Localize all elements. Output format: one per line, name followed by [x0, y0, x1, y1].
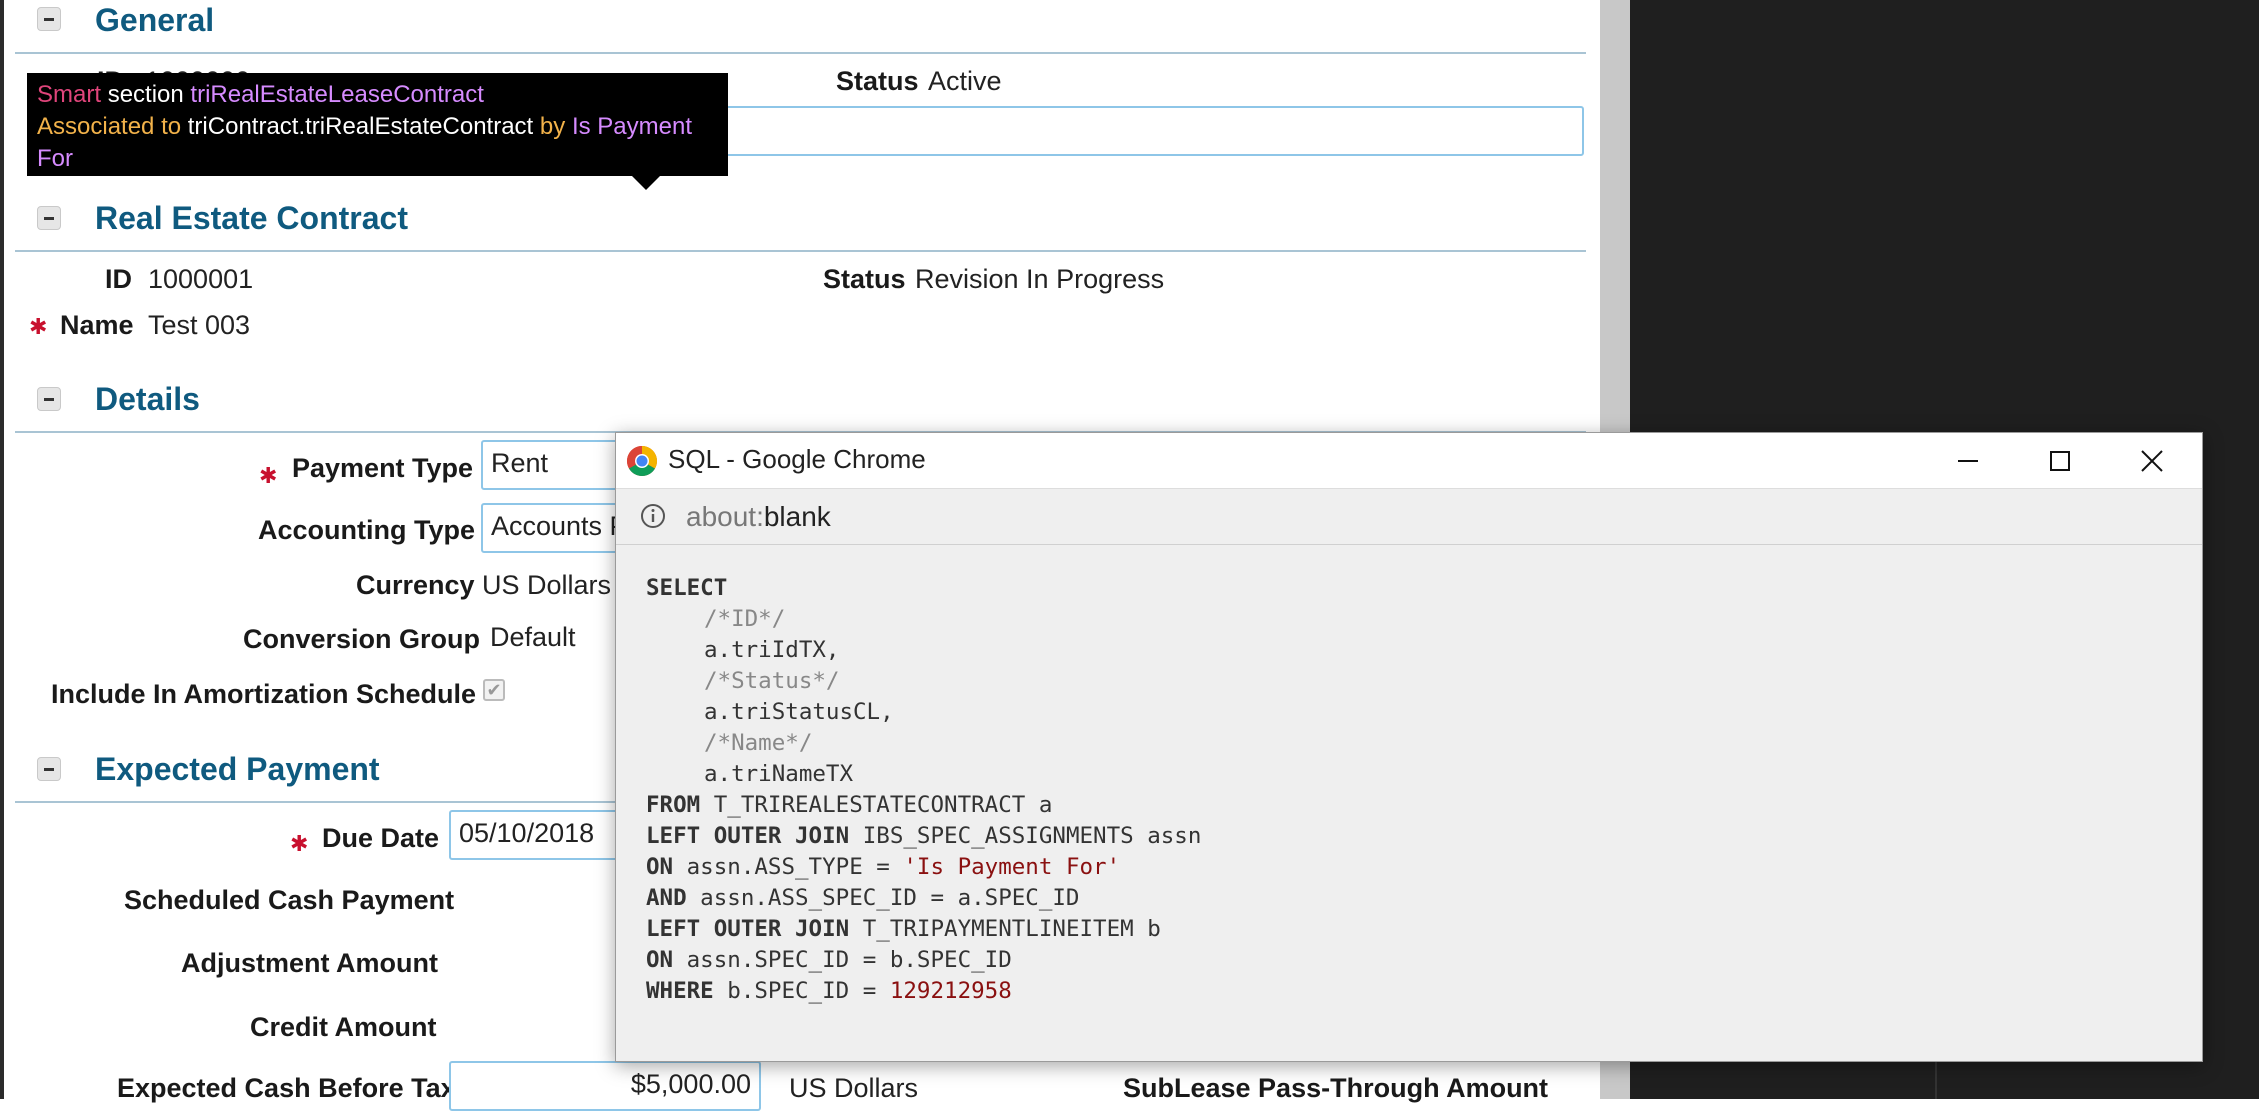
sql-from: FROM — [646, 792, 701, 818]
sql-comment-name: /*Name*/ — [704, 730, 813, 756]
sql-join-1: LEFT OUTER JOIN — [646, 823, 850, 849]
maximize-icon[interactable] — [2034, 441, 2086, 481]
currency-value: US Dollars — [482, 570, 612, 600]
amortization-checkbox[interactable]: ✔ — [483, 679, 505, 701]
smart-section-tooltip: Smart section triRealEstateLeaseContract… — [27, 73, 728, 204]
tooltip-associated-keyword: Associated to — [37, 113, 182, 140]
due-date-required-icon: ✱ — [290, 831, 309, 856]
general-collapse-button[interactable] — [37, 7, 61, 31]
due-date-label: Due Date — [322, 823, 440, 853]
accounting-type-label: Accounting Type — [258, 515, 476, 545]
window-edge — [0, 0, 4, 1099]
sql-and: AND — [646, 885, 687, 911]
popup-address-bar[interactable]: about:blank — [616, 489, 2202, 545]
contract-collapse-button[interactable] — [37, 206, 61, 230]
sql-on-1-expr: assn.ASS_TYPE = — [673, 854, 904, 880]
due-date-input[interactable]: 05/10/2018 — [449, 810, 629, 860]
details-section-title: Details — [95, 381, 200, 417]
adjustment-label: Adjustment Amount — [181, 948, 438, 978]
sql-number-literal: 129212958 — [889, 978, 1012, 1004]
sql-and-expr: assn.ASS_SPEC_ID = a.SPEC_ID — [686, 885, 1080, 911]
popup-titlebar[interactable]: SQL - Google Chrome — [616, 433, 2202, 489]
sql-select: SELECT — [646, 575, 728, 601]
general-input-field[interactable] — [700, 106, 1584, 156]
sql-on-2: ON — [646, 947, 674, 973]
sql-on-1: ON — [646, 854, 674, 880]
sql-where: WHERE — [646, 978, 714, 1004]
info-icon[interactable] — [640, 503, 666, 529]
tooltip-association-target: triContract.triRealEstateContract — [187, 113, 534, 140]
sql-field-id: a.triIdTX, — [704, 637, 840, 663]
tooltip-by-keyword: by — [539, 113, 566, 140]
sql-popup-window: SQL - Google Chrome about:blank SELECT /… — [615, 432, 2203, 1062]
tooltip-line-1: Smart section triRealEstateLeaseContract — [37, 79, 718, 111]
sql-field-name: a.triNameTX — [704, 761, 854, 787]
sql-string-literal: 'Is Payment For' — [903, 854, 1121, 880]
sql-join-2-table: T_TRIPAYMENTLINEITEM b — [849, 916, 1161, 942]
sql-comment-id: /*ID*/ — [704, 606, 786, 632]
url-scheme: about: — [686, 501, 764, 532]
sql-field-status: a.triStatusCL, — [704, 699, 894, 725]
contract-name-value: Test 003 — [148, 310, 251, 340]
contract-id-label: ID — [105, 264, 132, 294]
payment-type-required-icon: ✱ — [259, 463, 278, 488]
tooltip-line-2: Associated to triContract.triRealEstateC… — [37, 111, 718, 175]
conversion-group-value: Default — [490, 622, 576, 652]
scheduled-cash-label: Scheduled Cash Payment — [124, 885, 455, 915]
sql-code-block: SELECT /*ID*/ a.triIdTX, /*Status*/ a.tr… — [646, 573, 1201, 1007]
general-section-title: General — [95, 2, 215, 38]
details-collapse-button[interactable] — [37, 387, 61, 411]
amortization-label: Include In Amortization Schedule — [51, 679, 477, 709]
contract-name-label: Name — [60, 310, 134, 340]
contract-status-value: Revision In Progress — [915, 264, 1165, 294]
general-status-label: Status — [836, 66, 919, 96]
details-section-header: Details — [15, 379, 1586, 433]
credit-label: Credit Amount — [250, 1012, 437, 1042]
sublease-label: SubLease Pass-Through Amount — [1123, 1073, 1549, 1103]
tooltip-section-keyword: section — [107, 81, 184, 108]
general-section-header: General — [15, 0, 1586, 54]
general-status-value: Active — [928, 66, 1002, 96]
before-tax-label: Expected Cash Before Tax — [117, 1073, 456, 1103]
sql-on-2-expr: assn.SPEC_ID = b.SPEC_ID — [673, 947, 1012, 973]
sql-join-2: LEFT OUTER JOIN — [646, 916, 850, 942]
url-path: blank — [763, 501, 831, 532]
popup-url: about:blank — [686, 501, 831, 533]
conversion-group-label: Conversion Group — [243, 624, 481, 654]
before-tax-input[interactable]: $5,000.00 — [449, 1061, 761, 1111]
sql-from-table: T_TRIREALESTATECONTRACT a — [700, 792, 1053, 818]
expected-collapse-button[interactable] — [37, 757, 61, 781]
sql-join-1-table: IBS_SPEC_ASSIGNMENTS assn — [849, 823, 1202, 849]
expected-section-title: Expected Payment — [95, 751, 380, 787]
tooltip-smart-keyword: Smart — [37, 81, 102, 108]
popup-window-title: SQL - Google Chrome — [668, 444, 926, 474]
close-icon[interactable] — [2126, 441, 2178, 481]
minimize-icon[interactable] — [1942, 441, 1994, 481]
contract-status-label: Status — [823, 264, 906, 294]
currency-label: Currency — [356, 570, 475, 600]
payment-type-label: Payment Type — [292, 453, 474, 483]
sql-where-expr: b.SPEC_ID = — [713, 978, 890, 1004]
name-required-icon: ✱ — [29, 314, 48, 339]
tooltip-generate-sql-link[interactable]: Generate SQL — [37, 175, 718, 207]
chrome-icon — [626, 446, 658, 477]
before-tax-currency: US Dollars — [789, 1073, 919, 1103]
tooltip-arrow — [632, 176, 660, 190]
tooltip-section-name: triRealEstateLeaseContract — [190, 81, 484, 108]
contract-id-value: 1000001 — [148, 264, 254, 294]
sql-comment-status: /*Status*/ — [704, 668, 840, 694]
